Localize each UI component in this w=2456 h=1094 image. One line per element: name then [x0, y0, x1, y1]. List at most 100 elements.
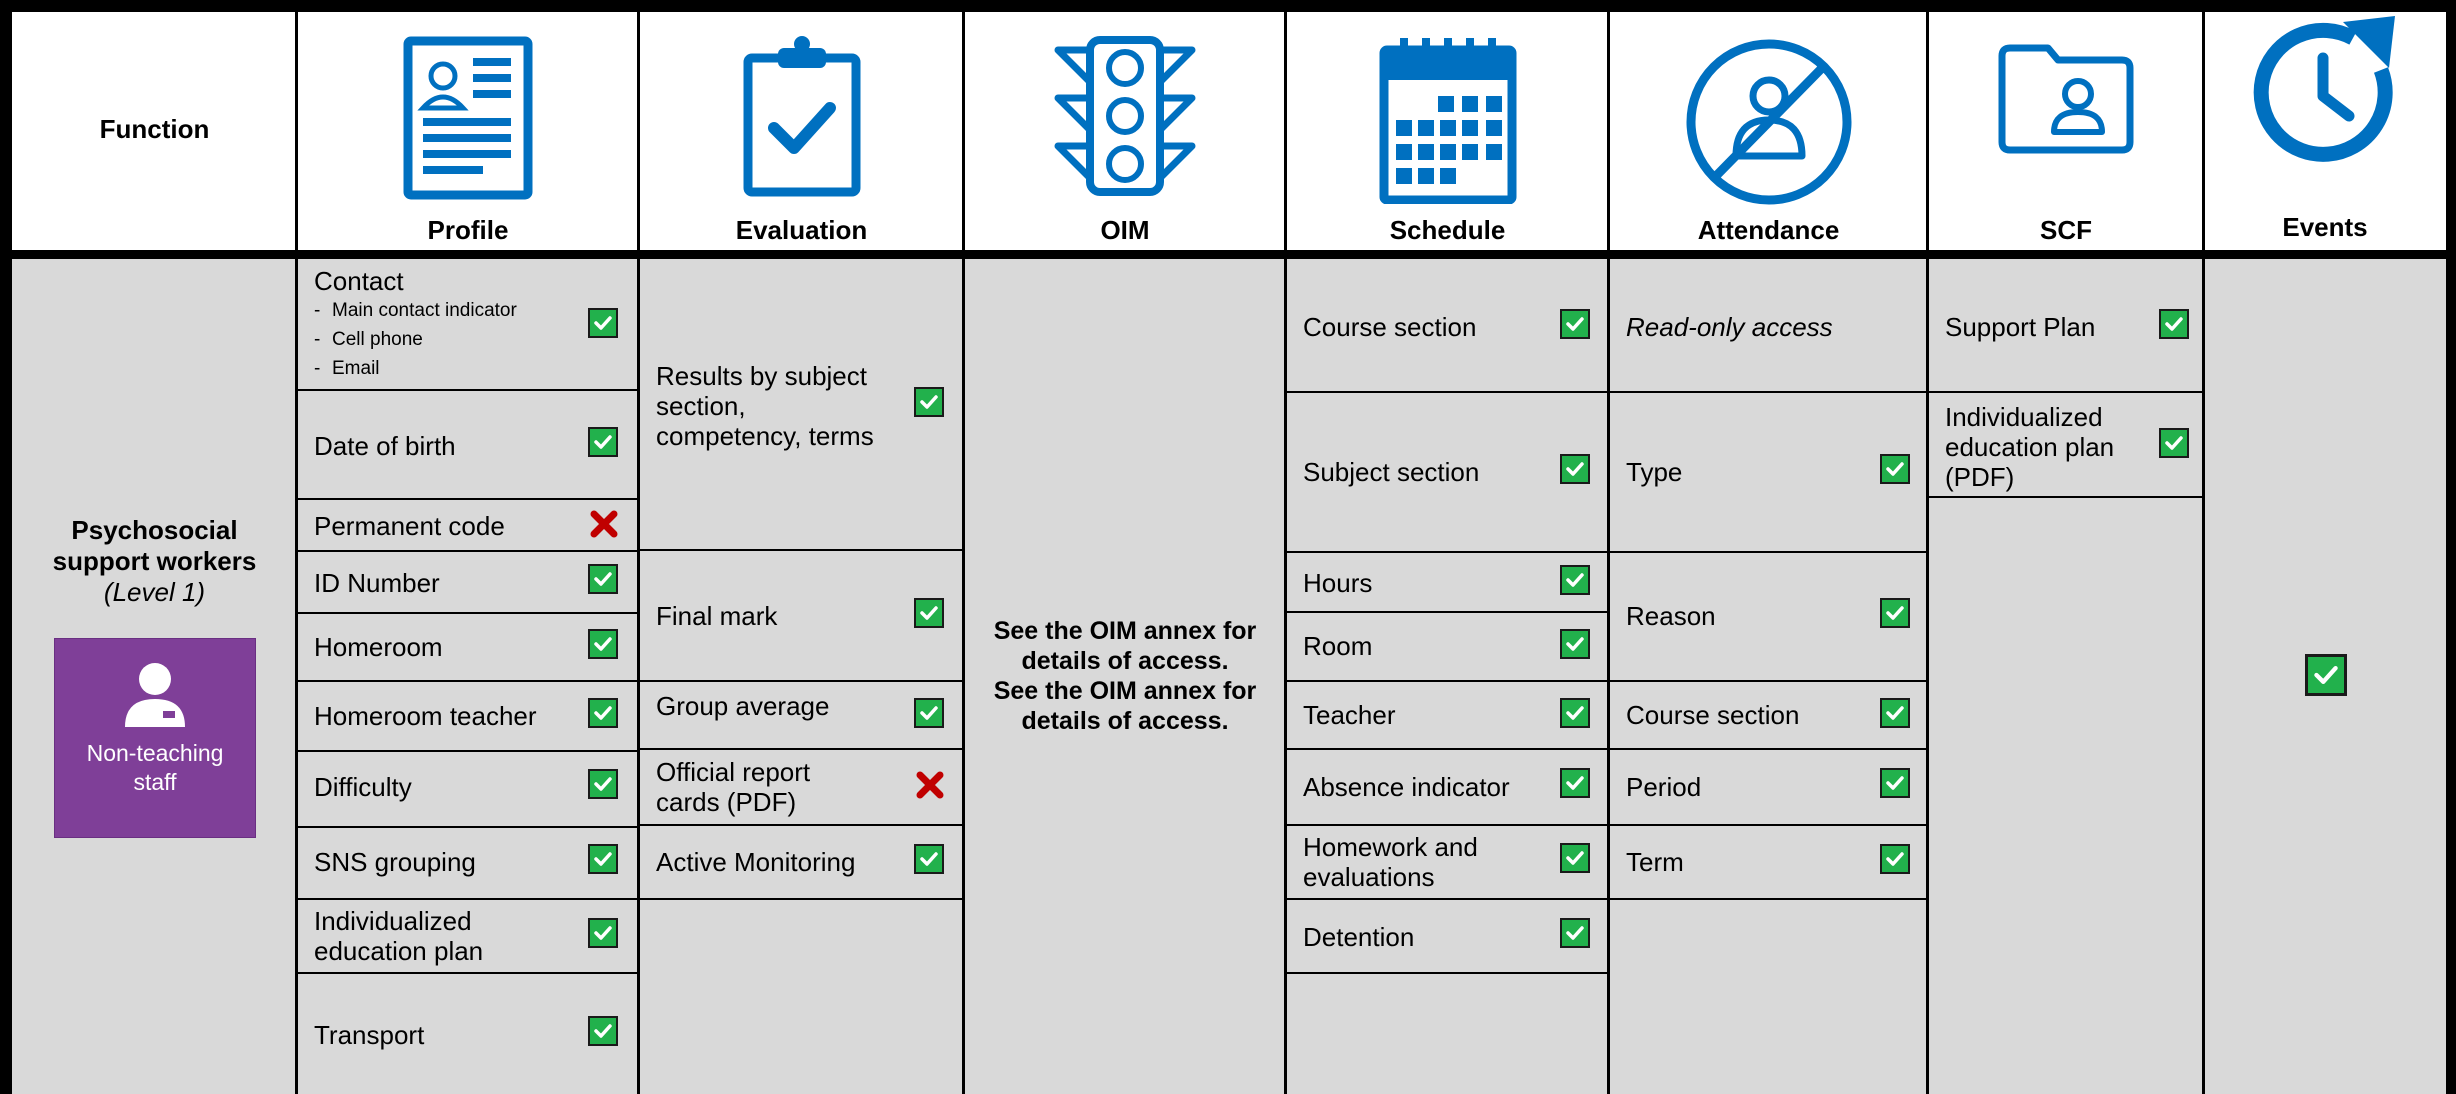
- field-label-line2: cards (PDF): [656, 787, 797, 817]
- field-label-line2: education plan: [1945, 432, 2115, 462]
- check-icon: [2159, 428, 2189, 458]
- check-icon: [1560, 698, 1590, 728]
- contact-title: Contact: [314, 266, 404, 296]
- field-label: Detention: [1303, 922, 1415, 952]
- contact-sub-item: - Main contact indicator: [314, 300, 517, 321]
- contact-sub-label: Cell phone: [332, 329, 423, 350]
- field-label-line2: section,: [656, 391, 746, 421]
- field-label: Reason: [1626, 601, 1716, 631]
- clock-refresh-icon: [2204, 12, 2446, 192]
- column-divider: [962, 12, 965, 1094]
- check-icon: [914, 844, 944, 874]
- attendance-row-period: Period: [1610, 750, 1926, 824]
- field-label-line3: competency, terms: [656, 421, 874, 451]
- field-label: ID Number: [314, 568, 440, 598]
- oim-note-line: See the OIM annex for: [993, 677, 1257, 705]
- field-label-line1: Results by subject: [656, 361, 867, 391]
- column-header-evaluation: Evaluation: [639, 12, 964, 250]
- check-icon: [588, 918, 618, 948]
- check-icon: [1560, 918, 1590, 948]
- field-label: Final mark: [656, 601, 778, 631]
- schedule-row-course-section: Course section: [1287, 259, 1607, 391]
- check-icon: [1560, 454, 1590, 484]
- role-level: (Level 1): [103, 577, 206, 607]
- scf-row-support-plan: Support Plan: [1929, 259, 2202, 391]
- evaluation-row-report-cards: Official report cards (PDF): [640, 750, 962, 824]
- field-label-line2: education plan: [314, 936, 484, 966]
- column-header-oim: OIM: [964, 12, 1286, 250]
- check-icon: [588, 564, 618, 594]
- check-icon: [588, 698, 618, 728]
- field-label: Permanent code: [314, 511, 505, 541]
- attendance-row-type: Type: [1610, 393, 1926, 551]
- schedule-row-teacher: Teacher: [1287, 682, 1607, 748]
- header-divider: [0, 250, 2456, 259]
- function-header: Function: [99, 114, 210, 144]
- column-header-scf: SCF: [1928, 12, 2204, 250]
- field-label: SNS grouping: [314, 847, 476, 877]
- read-only-note: Read-only access: [1626, 312, 1833, 342]
- attendance-row-read-only: Read-only access: [1610, 259, 1926, 391]
- access-matrix-page: Function Profile Evaluation OIM Schedule…: [0, 0, 2456, 1094]
- field-label: Subject section: [1303, 457, 1480, 487]
- column-header-schedule: Schedule: [1286, 12, 1609, 250]
- field-label: Type: [1626, 457, 1683, 487]
- oim-access-note: See the OIM annex for details of access.…: [968, 616, 1282, 736]
- field-label: Room: [1303, 631, 1373, 661]
- attendance-row-term: Term: [1610, 826, 1926, 898]
- staff-person-icon: [55, 661, 255, 729]
- row-divider: [1610, 898, 1926, 900]
- contact-sub-label: Main contact indicator: [332, 300, 517, 321]
- calendar-icon: [1286, 36, 1609, 216]
- profile-row-homeroom: Homeroom: [298, 614, 637, 680]
- cross-icon: [914, 769, 944, 799]
- field-label: Course section: [1303, 312, 1477, 342]
- row-divider: [640, 898, 962, 900]
- column-divider: [1926, 12, 1929, 1094]
- check-icon: [588, 308, 618, 338]
- check-icon: [914, 698, 944, 728]
- events-column: [2205, 259, 2446, 1094]
- schedule-row-detention: Detention: [1287, 900, 1607, 972]
- field-label: Course section: [1626, 700, 1800, 730]
- check-icon: [914, 387, 944, 417]
- field-label: Support Plan: [1945, 312, 2096, 342]
- field-label: Teacher: [1303, 700, 1396, 730]
- profile-row-difficulty: Difficulty: [298, 752, 637, 826]
- field-label: Homeroom: [314, 632, 443, 662]
- profile-row-permanent-code: Permanent code: [298, 500, 637, 550]
- oim-note-line: See the OIM annex for: [993, 617, 1257, 645]
- field-label-line2: evaluations: [1303, 862, 1435, 892]
- contact-sub-item: - Email: [314, 358, 380, 379]
- attendance-row-reason: Reason: [1610, 553, 1926, 680]
- field-label-line1: Homework and: [1303, 832, 1478, 862]
- evaluation-row-active-monitoring: Active Monitoring: [640, 826, 962, 898]
- role-card-label-line1: Non-teaching: [86, 740, 224, 766]
- check-icon: [588, 629, 618, 659]
- column-label-events: Events: [2282, 212, 2368, 242]
- role-card-label: Non-teaching staff: [55, 739, 255, 797]
- profile-row-iep: Individualized education plan: [298, 900, 637, 972]
- check-icon: [1560, 768, 1590, 798]
- row-divider: [1929, 496, 2202, 498]
- schedule-row-room: Room: [1287, 613, 1607, 680]
- field-label: Period: [1626, 772, 1702, 802]
- profile-row-transport: Transport: [298, 974, 637, 1094]
- field-label: Difficulty: [314, 772, 412, 802]
- column-label-evaluation: Evaluation: [735, 215, 868, 245]
- field-label-line1: Official report: [656, 757, 811, 787]
- table-border-right: [2446, 0, 2456, 1094]
- field-label: Date of birth: [314, 431, 456, 461]
- oim-note-line: details of access.: [1021, 647, 1229, 675]
- column-header-attendance: Attendance: [1609, 12, 1928, 250]
- traffic-light-icon: [964, 36, 1286, 216]
- role-name-line1: Psychosocial: [71, 515, 238, 545]
- field-label: Homeroom teacher: [314, 701, 537, 731]
- column-label-profile: Profile: [427, 215, 509, 245]
- profile-row-sns-grouping: SNS grouping: [298, 828, 637, 898]
- evaluation-row-group-average: Group average: [640, 682, 962, 748]
- folder-person-icon: [1928, 36, 2204, 216]
- check-icon: [1880, 698, 1910, 728]
- check-icon: [2159, 309, 2189, 339]
- profile-row-contact: Contact - Main contact indicator - Cell ph…: [298, 259, 637, 391]
